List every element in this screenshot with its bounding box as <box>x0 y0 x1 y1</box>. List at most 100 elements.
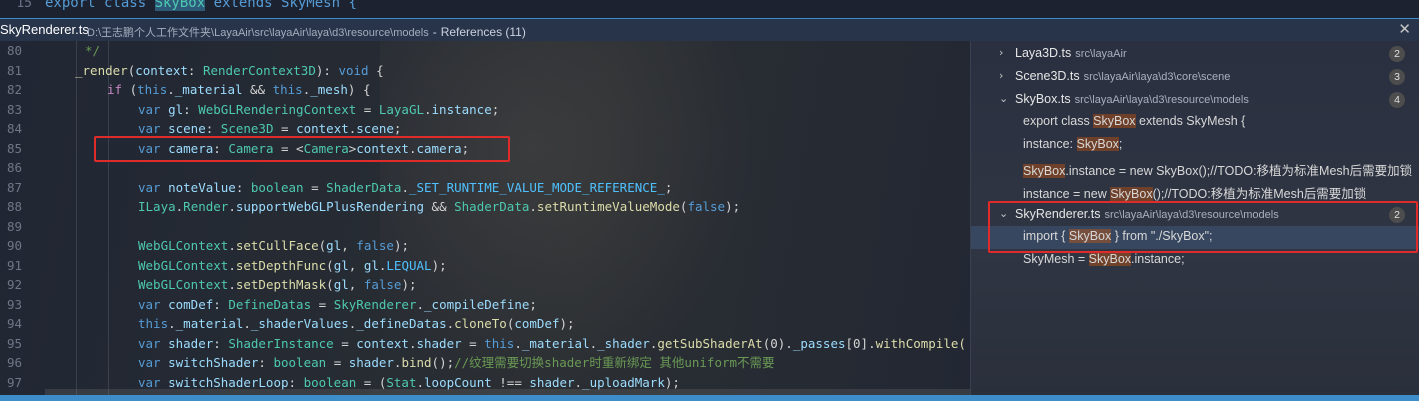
code-token: if <box>107 82 123 97</box>
code-token: . <box>168 316 176 331</box>
reference-text: SkyMesh = <box>1023 252 1089 266</box>
references-panel[interactable]: › Laya3D.ts src\layaAir 2 › Scene3D.ts src… <box>970 41 1419 395</box>
code-token: ShaderData <box>326 179 402 195</box>
code-line-92[interactable]: WebGLContext.setDepthMask(gl, false); <box>138 275 417 295</box>
code-line-91[interactable]: WebGLContext.setDepthFunc(gl, gl.LEQUAL)… <box>138 256 447 276</box>
code-token: gl <box>326 238 342 253</box>
code-token: [0]. <box>845 335 876 351</box>
reference-match: SkyBox <box>1093 114 1136 128</box>
comment-token: //纹理需要切换shader时重新绑定 其他uniform不需要 <box>454 355 775 370</box>
code-token: _shaderValues <box>250 316 349 331</box>
code-token: _uploadMark <box>582 374 665 390</box>
code-line-90[interactable]: WebGLContext.setCullFace(gl, false); <box>138 236 409 256</box>
code-token: var <box>138 179 161 195</box>
code-token: DefineDatas <box>228 296 312 312</box>
code-token: supportWebGLPlusRendering <box>235 199 425 214</box>
reference-count-badge: 4 <box>1389 92 1405 108</box>
code-token: boolean <box>273 355 327 370</box>
code-line-94[interactable]: this._material._shaderValues._defineData… <box>138 314 575 334</box>
file-name: SkyBox.ts <box>1015 92 1071 106</box>
reference-text: instance: <box>1023 137 1077 151</box>
code-token: . <box>228 277 236 292</box>
code-token: : <box>205 121 221 136</box>
code-token: this <box>484 335 515 351</box>
code-token: ( <box>326 277 334 292</box>
reference-file-skybox[interactable]: ⌄ SkyBox.ts src\layaAir\laya\d3\resource\… <box>971 89 1419 111</box>
code-token: export class <box>45 0 155 11</box>
code-token: extends SkyMesh { <box>205 0 357 11</box>
code-token: ) { <box>347 82 371 97</box>
peek-view-header: SkyRenderer.ts D:\王志鹏个人工作文件夹\LayaAir\src… <box>0 18 1419 42</box>
code-token: _compileDefine <box>424 296 530 312</box>
code-token: noteValue <box>160 179 236 195</box>
reference-match: SkyBox <box>1076 137 1119 151</box>
reference-item[interactable]: SkyBox.instance = new SkyBox();//TODO:移植… <box>971 157 1419 180</box>
peek-file-name[interactable]: SkyRenderer.ts <box>0 22 89 37</box>
code-line-93[interactable]: var comDef: DefineDatas = SkyRenderer._c… <box>138 295 537 315</box>
code-token: scene <box>356 121 394 136</box>
code-token: ; <box>664 179 673 195</box>
code-token: , <box>348 277 364 292</box>
code-token: switchShaderLoop <box>160 374 289 390</box>
indent-guide <box>76 41 77 395</box>
code-token: !== <box>491 374 530 390</box>
line-number: 97 <box>6 374 22 390</box>
code-token: gl <box>160 101 184 117</box>
reference-item[interactable]: export class SkyBox extends SkyMesh { <box>971 111 1419 134</box>
code-token: _render <box>75 62 128 78</box>
line-number: 91 <box>6 257 22 273</box>
code-token: . <box>446 316 455 331</box>
code-token: : <box>213 296 229 312</box>
annotation-box <box>94 136 510 162</box>
code-token: . <box>401 179 409 195</box>
code-token: : <box>235 179 251 195</box>
code-token: instance <box>431 101 492 117</box>
reference-count-badge: 2 <box>1389 46 1405 62</box>
code-token: , <box>348 257 364 273</box>
chevron-right-icon[interactable]: › <box>999 69 1003 82</box>
code-token: gl <box>333 257 349 273</box>
code-token: _mesh <box>310 82 348 97</box>
reference-item[interactable]: instance: SkyBox; <box>971 134 1419 157</box>
line-number: 84 <box>6 121 22 136</box>
editor-top-line: 15 export class SkyBox extends SkyMesh { <box>0 0 1419 18</box>
code-token: ; <box>491 101 500 117</box>
code-token: . <box>416 374 425 390</box>
code-token: getSubShaderAt <box>657 335 763 351</box>
code-token: shader <box>529 374 575 390</box>
code-line-95[interactable]: var shader: ShaderInstance = context. sha… <box>138 334 966 354</box>
code-token: this <box>137 82 168 97</box>
reference-file-scene3d[interactable]: › Scene3D.ts src\layaAir\laya\d3\core\sce… <box>971 66 1419 88</box>
code-line-87[interactable]: var noteValue: boolean = ShaderData._SET… <box>138 178 672 198</box>
reference-item[interactable]: instance = new SkyBox();//TODO:移植为标准Mesh… <box>971 180 1419 203</box>
code-line-83[interactable]: var gl: WebGLRenderingContext = LayaGL.i… <box>138 100 499 120</box>
code-line-82[interactable]: if (this._material && this._mesh) { <box>107 80 370 100</box>
code-line-96[interactable]: var switchShader: boolean = shader.bind(… <box>138 353 775 373</box>
code-token: setDepthMask <box>235 277 327 292</box>
code-token: . <box>228 199 236 214</box>
code-token: var <box>138 374 161 390</box>
code-token: ); <box>559 316 575 331</box>
code-token: setRuntimeValueMode <box>536 199 680 214</box>
code-token: = <box>273 121 297 136</box>
chevron-down-icon[interactable]: ⌄ <box>999 92 1008 105</box>
code-token: comDef <box>514 316 560 331</box>
line-number: 95 <box>6 335 22 351</box>
peek-editor[interactable]: 80 81 82 83 84 85 86 87 88 89 90 91 92 93 94 95 96 97 */ … <box>0 41 970 395</box>
code-token: _material <box>521 335 590 351</box>
reference-file-laya3d[interactable]: › Laya3D.ts src\layaAir 2 <box>971 43 1419 65</box>
code-token: context <box>356 335 409 351</box>
code-line-80[interactable]: */ <box>85 41 100 61</box>
code-token: && <box>424 199 455 214</box>
line-number: 82 <box>6 82 22 97</box>
code-token: ); <box>431 257 447 273</box>
close-icon[interactable]: ✕ <box>1398 20 1411 38</box>
code-token: : <box>288 374 304 390</box>
code-token: gl <box>363 257 379 273</box>
code-line[interactable]: export class SkyBox extends SkyMesh { <box>45 0 357 11</box>
chevron-right-icon[interactable]: › <box>999 46 1003 59</box>
references-count: References (11) <box>440 25 526 39</box>
code-line-81[interactable]: _render(context: RenderContext3D): void … <box>75 61 384 81</box>
code-token: withCompile( <box>875 335 966 351</box>
code-line-88[interactable]: ILaya.Render.supportWebGLPlusRendering &… <box>138 197 740 217</box>
